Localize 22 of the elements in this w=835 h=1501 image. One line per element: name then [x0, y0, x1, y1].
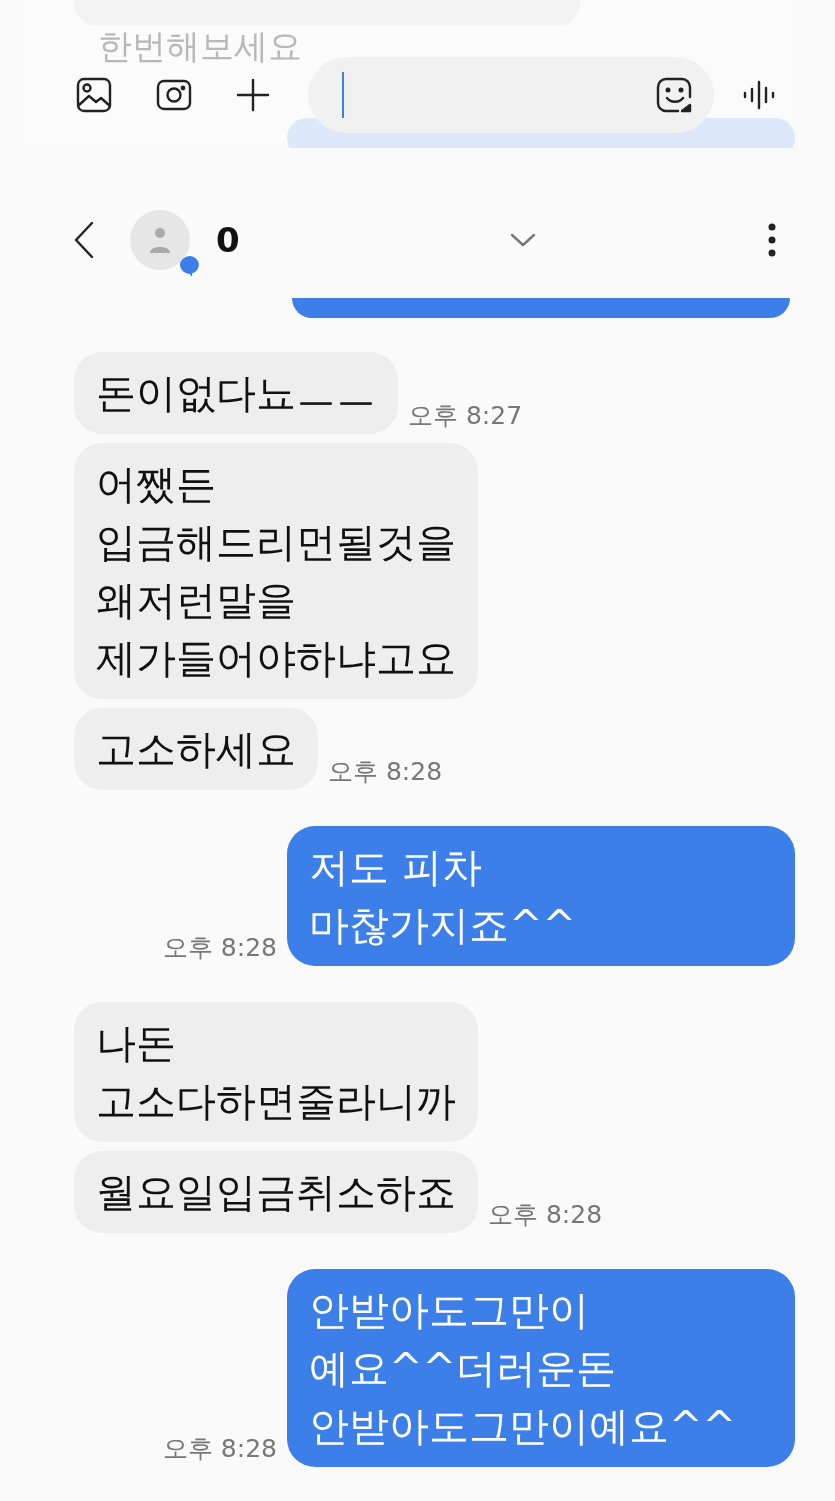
- message-bubble: 어쨌든 입금해드리먼될것을 왜저런말을 제가들어야하냐고요: [74, 443, 478, 699]
- message-bubble: 안받아도그만이 예요^^더러운돈 안받아도그만이예요^^: [287, 1269, 795, 1467]
- message-time: 오후 8:28: [328, 756, 443, 788]
- message-time: 오후 8:27: [408, 400, 523, 432]
- gallery-icon[interactable]: [76, 77, 112, 113]
- message-bubble: 고소하세요: [74, 708, 318, 790]
- plus-icon[interactable]: [236, 78, 270, 112]
- chat-badge-icon: [178, 254, 202, 278]
- camera-icon[interactable]: [156, 78, 192, 112]
- more-icon[interactable]: [767, 222, 777, 258]
- message-time: 오후 8:28: [162, 1433, 277, 1465]
- message-time: 오후 8:28: [162, 932, 277, 964]
- sticker-icon[interactable]: [656, 77, 694, 113]
- message-bubble: 나돈 고소다하면줄라니까: [74, 1002, 478, 1142]
- message-bubble: 저도 피차 마찮가지죠^^: [287, 826, 795, 966]
- contact-name[interactable]: 0: [216, 220, 240, 260]
- chevron-down-icon[interactable]: [509, 232, 536, 248]
- message-bubble: 돈이없다뇨ㅡㅡ: [74, 352, 398, 434]
- message-time: 오후 8:28: [488, 1199, 603, 1231]
- message-bubble: 월요일입금취소하죠: [74, 1151, 478, 1233]
- back-icon[interactable]: [72, 220, 96, 260]
- person-icon: [148, 225, 172, 255]
